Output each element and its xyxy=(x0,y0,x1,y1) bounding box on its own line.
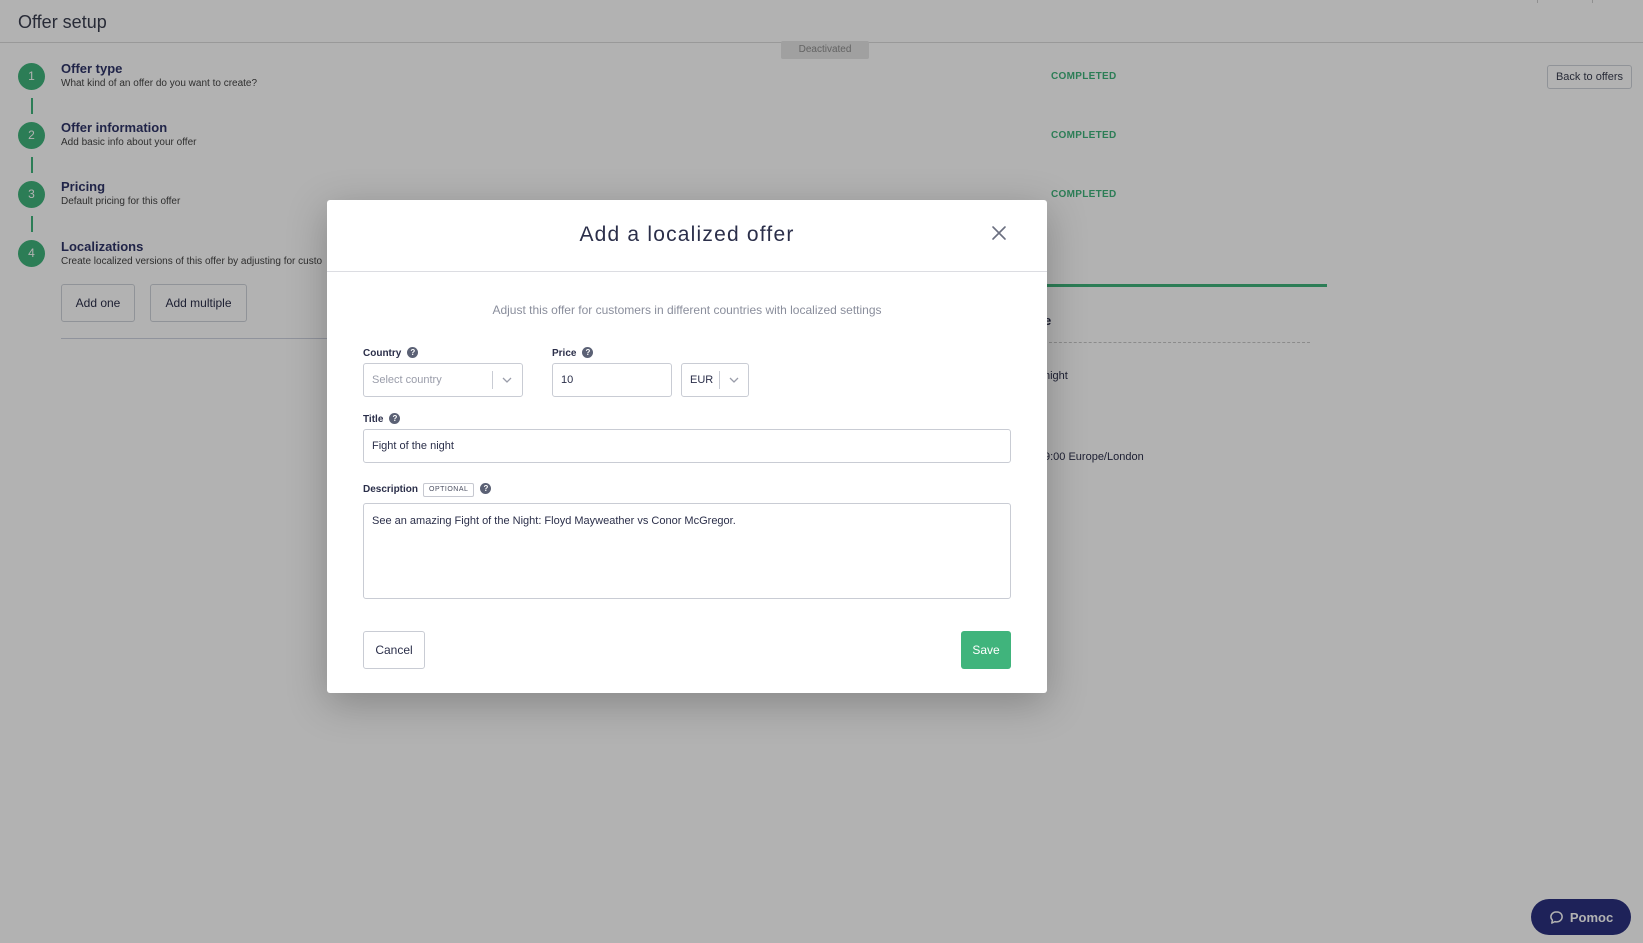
country-label-text: Country xyxy=(363,348,402,359)
help-icon[interactable]: ? xyxy=(389,413,401,424)
add-localized-offer-modal: Add a localized offer Adjust this offer … xyxy=(327,200,1047,693)
optional-badge: OPTIONAL xyxy=(423,483,475,497)
select-divider xyxy=(719,371,720,389)
price-label: Price? xyxy=(552,347,594,359)
title-label: Title? xyxy=(363,413,401,425)
title-label-text: Title xyxy=(363,414,384,425)
help-icon[interactable]: ? xyxy=(480,483,492,494)
cancel-button[interactable]: Cancel xyxy=(363,631,425,669)
chevron-down-icon[interactable] xyxy=(729,376,739,384)
help-icon[interactable]: ? xyxy=(407,347,419,358)
price-input[interactable]: 10 xyxy=(552,363,672,397)
help-icon[interactable]: ? xyxy=(582,347,594,358)
description-textarea[interactable]: See an amazing Fight of the Night: Floyd… xyxy=(363,503,1011,599)
close-icon[interactable] xyxy=(990,224,1008,242)
select-divider xyxy=(492,371,493,389)
chevron-down-icon[interactable] xyxy=(502,376,512,384)
currency-value: EUR xyxy=(690,374,714,386)
currency-select[interactable]: EUR xyxy=(681,363,749,397)
country-label: Country? xyxy=(363,347,419,359)
modal-header: Add a localized offer xyxy=(327,200,1047,272)
price-label-text: Price xyxy=(552,348,577,359)
country-select[interactable]: Select country xyxy=(363,363,523,397)
save-button[interactable]: Save xyxy=(961,631,1011,669)
description-label-text: Description xyxy=(363,484,419,495)
modal-subtitle: Adjust this offer for customers in diffe… xyxy=(492,303,882,317)
title-input[interactable]: Fight of the night xyxy=(363,429,1011,463)
description-label: Description OPTIONAL? xyxy=(363,483,492,497)
modal-title: Add a localized offer xyxy=(579,223,795,246)
country-select-placeholder: Select country xyxy=(372,374,442,386)
